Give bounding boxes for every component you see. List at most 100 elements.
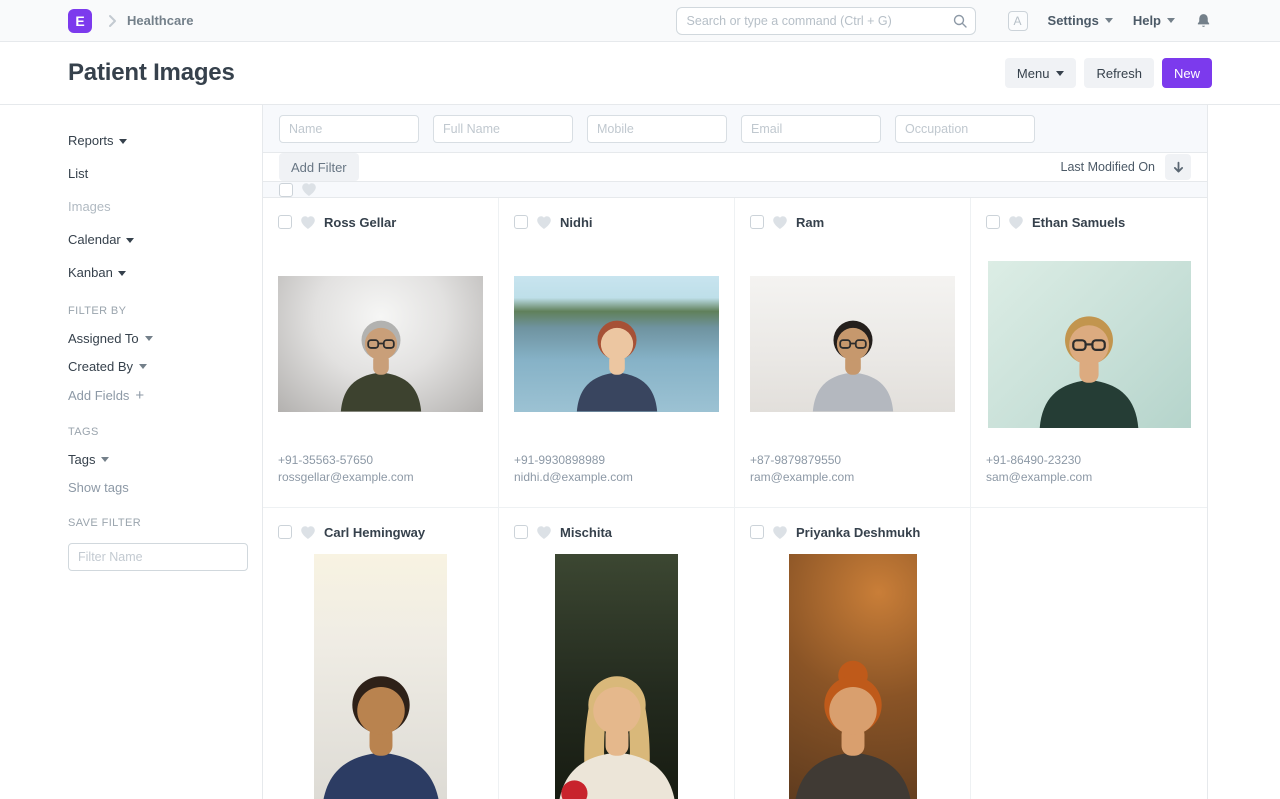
patient-card[interactable]: Priyanka Deshmukh (735, 508, 971, 799)
patient-photo[interactable] (314, 554, 447, 799)
standard-filter-email[interactable] (741, 115, 881, 143)
person-silhouette (561, 300, 673, 412)
like-heart-icon[interactable] (536, 525, 552, 540)
patient-phone: +91-86490-23230 (986, 452, 1192, 469)
sort-order-button[interactable] (1165, 154, 1191, 180)
patient-photo[interactable] (750, 276, 955, 412)
patient-name[interactable]: Priyanka Deshmukh (796, 525, 920, 540)
help-menu[interactable]: Help (1133, 13, 1175, 28)
row-checkbox[interactable] (514, 215, 528, 229)
menu-button-label: Menu (1017, 66, 1050, 81)
new-button[interactable]: New (1162, 58, 1212, 88)
patient-photo[interactable] (988, 261, 1191, 428)
breadcrumb-chevron-icon (108, 14, 117, 28)
user-avatar[interactable]: A (1008, 11, 1028, 31)
sidebar-view-item: Images (68, 197, 242, 217)
sidebar-view-item[interactable]: List (68, 164, 242, 184)
chevron-down-icon (1056, 71, 1064, 76)
patient-card[interactable]: Mischita (499, 508, 735, 799)
filter-name-input[interactable] (68, 543, 248, 571)
empty-grid-cell (971, 508, 1207, 799)
like-filter-heart-icon[interactable] (301, 182, 317, 197)
like-heart-icon[interactable] (772, 525, 788, 540)
patient-email: rossgellar@example.com (278, 469, 483, 486)
like-heart-icon[interactable] (536, 215, 552, 230)
tags-label: Tags (68, 452, 95, 467)
patient-photo[interactable] (555, 554, 678, 799)
tags-filter[interactable]: Tags (68, 452, 242, 467)
list-header-row (263, 182, 1207, 198)
row-checkbox[interactable] (278, 525, 292, 539)
standard-filter-row (263, 105, 1207, 153)
list-sidebar: Reports List Images Calendar Kanban FILT… (0, 105, 262, 799)
patient-email: sam@example.com (986, 469, 1192, 486)
notifications-bell-icon[interactable] (1195, 12, 1212, 29)
standard-filter-full-name[interactable] (433, 115, 573, 143)
person-silhouette (325, 300, 437, 412)
show-tags-link[interactable]: Show tags (68, 480, 242, 495)
person-silhouette (1021, 291, 1158, 428)
add-filter-button[interactable]: Add Filter (279, 153, 359, 181)
like-heart-icon[interactable] (300, 525, 316, 540)
patient-name[interactable]: Mischita (560, 525, 612, 540)
patient-name[interactable]: Ethan Samuels (1032, 215, 1125, 230)
standard-filter-occupation[interactable] (895, 115, 1035, 143)
sort-by-selector[interactable]: Last Modified On (1061, 160, 1156, 174)
patient-card[interactable]: Ethan Samuels (971, 198, 1207, 508)
filter-sort-row: Add Filter Last Modified On (263, 153, 1207, 182)
patient-name[interactable]: Ram (796, 215, 824, 230)
patient-photo[interactable] (278, 276, 483, 412)
list-content: Add Filter Last Modified On R (262, 105, 1208, 799)
tags-section-label: TAGS (68, 426, 242, 438)
standard-filter-name[interactable] (279, 115, 419, 143)
settings-label: Settings (1048, 13, 1099, 28)
patient-card[interactable]: Ram (735, 198, 971, 508)
row-checkbox[interactable] (514, 525, 528, 539)
chevron-down-icon (119, 139, 127, 144)
assigned-to-filter[interactable]: Assigned To (68, 331, 242, 346)
chevron-down-icon (139, 364, 147, 369)
add-fields-label: Add Fields (68, 388, 129, 403)
save-filter-section-label: SAVE FILTER (68, 517, 242, 529)
add-fields-link[interactable]: Add Fields + (68, 387, 242, 404)
patient-photo[interactable] (789, 554, 917, 799)
row-checkbox[interactable] (750, 215, 764, 229)
person-silhouette (555, 646, 678, 799)
sidebar-view-label: Kanban (68, 263, 113, 283)
row-checkbox[interactable] (986, 215, 1000, 229)
patient-card[interactable]: Nidhi (499, 198, 735, 508)
standard-filter-mobile[interactable] (587, 115, 727, 143)
sidebar-view-label: Calendar (68, 230, 121, 250)
patient-name[interactable]: Carl Hemingway (324, 525, 425, 540)
patient-phone: +91-35563-57650 (278, 452, 483, 469)
patient-phone: +87-9879879550 (750, 452, 955, 469)
patient-name[interactable]: Ross Gellar (324, 215, 396, 230)
sidebar-view-item[interactable]: Calendar (68, 230, 242, 250)
like-heart-icon[interactable] (772, 215, 788, 230)
row-checkbox[interactable] (750, 525, 764, 539)
like-heart-icon[interactable] (300, 215, 316, 230)
sidebar-view-item[interactable]: Kanban (68, 263, 242, 283)
navbar: E Healthcare A Settings Help (0, 0, 1280, 42)
created-by-filter[interactable]: Created By (68, 359, 242, 374)
settings-menu[interactable]: Settings (1048, 13, 1113, 28)
menu-button[interactable]: Menu (1005, 58, 1077, 88)
sidebar-view-label: List (68, 164, 88, 184)
like-heart-icon[interactable] (1008, 215, 1024, 230)
sidebar-view-item[interactable]: Reports (68, 131, 242, 151)
patient-card[interactable]: Carl Hemingway (263, 508, 499, 799)
row-checkbox[interactable] (278, 215, 292, 229)
patient-card[interactable]: Ross Gellar (263, 198, 499, 508)
breadcrumb[interactable]: Healthcare (127, 13, 193, 28)
search-input[interactable] (676, 7, 976, 35)
refresh-button[interactable]: Refresh (1084, 58, 1154, 88)
patient-phone: +91-9930898989 (514, 452, 719, 469)
patient-name[interactable]: Nidhi (560, 215, 593, 230)
chevron-down-icon (126, 238, 134, 243)
patient-photo[interactable] (514, 276, 719, 412)
select-all-checkbox[interactable] (279, 183, 293, 197)
search-icon[interactable] (952, 13, 968, 34)
person-silhouette (797, 300, 909, 412)
app-logo[interactable]: E (68, 9, 92, 33)
sidebar-view-label: Reports (68, 131, 114, 151)
